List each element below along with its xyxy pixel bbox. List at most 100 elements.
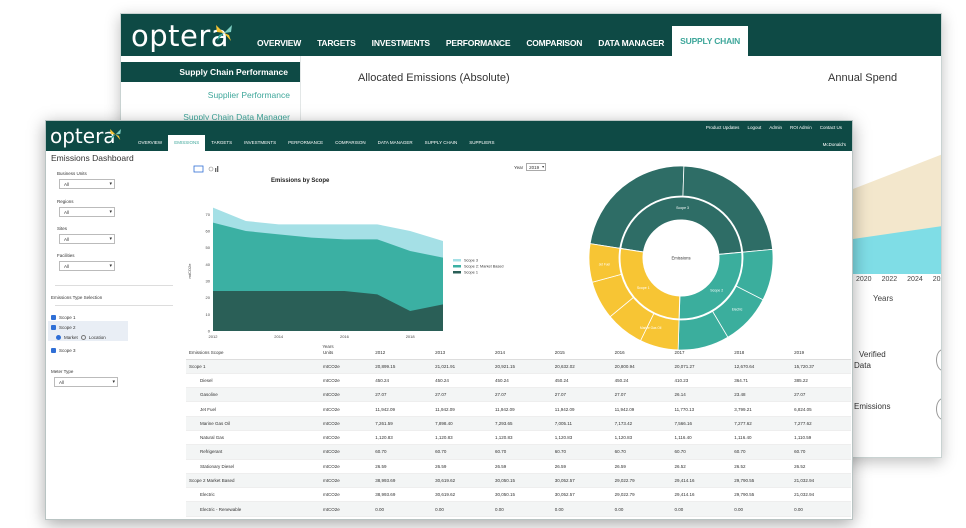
column-header[interactable]: 2012 bbox=[372, 347, 433, 360]
admin-link[interactable]: Admin bbox=[769, 125, 782, 130]
page-title: Emissions Dashboard bbox=[51, 153, 134, 163]
table-cell: mtCO2e bbox=[319, 387, 373, 403]
tab-investments[interactable]: INVESTMENTS bbox=[238, 135, 282, 151]
column-header[interactable]: 2016 bbox=[611, 347, 672, 360]
column-header[interactable]: 2019 bbox=[791, 347, 851, 360]
y-tick-label: 0 bbox=[208, 329, 211, 334]
market-radio[interactable] bbox=[56, 335, 61, 340]
sidebar-item-supplier-performance[interactable]: Supplier Performance bbox=[208, 90, 290, 100]
column-header[interactable]: Units bbox=[319, 347, 373, 360]
back-tab-overview[interactable]: OVERVIEW bbox=[249, 14, 309, 56]
contact-us-link[interactable]: Contact Us bbox=[820, 125, 842, 130]
table-row[interactable]: Electric - Renewable mtCO2e 0.00 0.00 0.00 0.… bbox=[186, 501, 851, 517]
table-cell: 60.70 bbox=[432, 444, 492, 460]
verified-toggle[interactable] bbox=[936, 349, 941, 371]
back-tab-comparison[interactable]: COMPARISON bbox=[518, 14, 590, 56]
year-selector: Year 2019 bbox=[514, 163, 547, 171]
table-cell: 0.00 bbox=[432, 501, 492, 517]
table-cell: 0.00 bbox=[372, 501, 433, 517]
table-cell: 27.07 bbox=[491, 387, 552, 403]
tab-supply-chain[interactable]: SUPPLY CHAIN bbox=[419, 135, 464, 151]
location-radio[interactable] bbox=[80, 335, 86, 340]
tab-comparison[interactable]: COMPARISON bbox=[329, 135, 371, 151]
table-cell: 410.23 bbox=[671, 373, 732, 389]
emissions-toggle[interactable] bbox=[936, 398, 941, 420]
column-header[interactable]: 2017 bbox=[671, 347, 732, 360]
column-header[interactable]: 2018 bbox=[731, 347, 792, 360]
table-row[interactable]: Jet Fuel mtCO2e 11,942.09 11,942.09 11,942.0… bbox=[186, 401, 851, 417]
scope1-checkbox[interactable] bbox=[51, 315, 56, 320]
table-cell: 7,261.59 bbox=[372, 416, 433, 431]
scope2-checkbox[interactable] bbox=[51, 325, 56, 330]
row-label: Scope 2 Market Based bbox=[186, 473, 320, 489]
y-axis-label: mtCO2e bbox=[187, 263, 192, 279]
butterfly-logo-icon bbox=[110, 129, 121, 140]
scope3-checkbox[interactable] bbox=[51, 348, 56, 353]
tab-performance[interactable]: PERFORMANCE bbox=[282, 135, 329, 151]
table-row[interactable]: Diesel mtCO2e 450.24 450.24 450.24 450.24 450.… bbox=[186, 373, 851, 389]
table-cell: 450.24 bbox=[491, 373, 552, 389]
back-tab-targets[interactable]: TARGETS bbox=[309, 14, 364, 56]
logout-link[interactable]: Logout bbox=[747, 125, 761, 130]
regions-select[interactable]: All bbox=[59, 207, 115, 217]
facilities-label: Facilities bbox=[57, 253, 75, 258]
row-label: Diesel bbox=[186, 373, 320, 389]
scope2-checkbox-row[interactable]: Scope 2 bbox=[51, 325, 76, 330]
regions-label: Regions bbox=[57, 199, 74, 204]
back-tab-investments[interactable]: INVESTMENTS bbox=[364, 14, 438, 56]
table-row[interactable]: Scope 1 mtCO2e 20,899.15 21,021.91 20,921.15… bbox=[186, 359, 851, 374]
column-header[interactable]: Emissions Scope bbox=[186, 347, 320, 360]
table-cell: 60.70 bbox=[671, 444, 732, 460]
table-cell: mtCO2e bbox=[319, 487, 373, 503]
table-cell: 60.70 bbox=[731, 444, 792, 460]
data-label: Data bbox=[854, 361, 871, 370]
table-cell: 30,619.62 bbox=[432, 487, 492, 503]
table-cell: 3,799.21 bbox=[731, 401, 792, 417]
table-row[interactable]: Electric mtCO2e 38,993.69 30,619.62 30,050.1… bbox=[186, 487, 851, 503]
y-tick-label: 60 bbox=[206, 229, 211, 234]
spend-years-label: Years bbox=[873, 294, 894, 303]
scope3-checkbox-row[interactable]: Scope 3 bbox=[51, 348, 76, 353]
table-cell: 38,993.69 bbox=[372, 473, 433, 489]
sidebar-item-supply-chain-performance[interactable]: Supply Chain Performance bbox=[121, 62, 300, 82]
product-updates-link[interactable]: Product Updates bbox=[706, 125, 740, 130]
tab-emissions[interactable]: EMISSIONS bbox=[168, 135, 206, 151]
back-tab-supply-chain[interactable]: SUPPLY CHAIN bbox=[672, 26, 749, 56]
tab-targets[interactable]: TARGETS bbox=[205, 135, 238, 151]
column-header[interactable]: 2013 bbox=[432, 347, 492, 360]
roi-admin-link[interactable]: ROI Admin bbox=[790, 125, 812, 130]
tab-data-manager[interactable]: DATA MANAGER bbox=[372, 135, 419, 151]
table-row[interactable]: Marine Gas Oil mtCO2e 7,261.59 7,898.40 7,29… bbox=[186, 416, 851, 431]
back-tab-performance[interactable]: PERFORMANCE bbox=[438, 14, 518, 56]
table-cell: 1,120.83 bbox=[551, 430, 612, 446]
legend-label: Scope 1 bbox=[464, 271, 478, 275]
table-row[interactable]: Scope 2 Market Based mtCO2e 38,993.69 30,61… bbox=[186, 473, 851, 489]
meter-type-select[interactable]: All bbox=[54, 377, 118, 387]
table-row[interactable]: Natural Gas mtCO2e 1,120.83 1,120.83 1,120.8… bbox=[186, 430, 851, 446]
table-cell: 7,173.42 bbox=[611, 416, 672, 431]
tab-overview[interactable]: OVERVIEW bbox=[132, 135, 168, 151]
emissions-table: Emissions Scope Units 2012 2013 2014 2015 2016… bbox=[186, 347, 851, 517]
table-row[interactable]: Gasoline mtCO2e 27.07 27.07 27.07 27.07 27.07 2… bbox=[186, 387, 851, 403]
table-cell: 60.70 bbox=[791, 444, 851, 460]
business-units-select[interactable]: All bbox=[59, 179, 115, 189]
table-cell: mtCO2e bbox=[319, 373, 373, 389]
table-cell: 26.59 bbox=[491, 459, 552, 474]
table-cell: 11,942.09 bbox=[611, 401, 672, 417]
table-cell: mtCO2e bbox=[319, 359, 373, 374]
utility-links: Product Updates Logout Admin ROI Admin C… bbox=[706, 125, 842, 130]
table-row[interactable]: Refrigerant mtCO2e 60.70 60.70 60.70 60.70 60.… bbox=[186, 444, 851, 460]
scope1-checkbox-row[interactable]: Scope 1 bbox=[51, 315, 76, 320]
sites-select[interactable]: All bbox=[59, 234, 115, 244]
table-cell: 7,277.62 bbox=[731, 416, 792, 431]
year-select[interactable]: 2019 bbox=[526, 163, 547, 171]
legend-swatch bbox=[453, 259, 461, 262]
table-row[interactable]: Stationary Diesel mtCO2e 26.59 26.59 26.59 26… bbox=[186, 459, 851, 474]
column-header[interactable]: 2014 bbox=[491, 347, 552, 360]
back-tab-data-manager[interactable]: DATA MANAGER bbox=[590, 14, 672, 56]
table-cell: 12,670.64 bbox=[731, 359, 792, 374]
column-header[interactable]: 2015 bbox=[551, 347, 612, 360]
tab-suppliers[interactable]: SUPPLIERS bbox=[463, 135, 500, 151]
sites-label: Sites bbox=[57, 226, 68, 231]
facilities-select[interactable]: All bbox=[59, 261, 115, 271]
